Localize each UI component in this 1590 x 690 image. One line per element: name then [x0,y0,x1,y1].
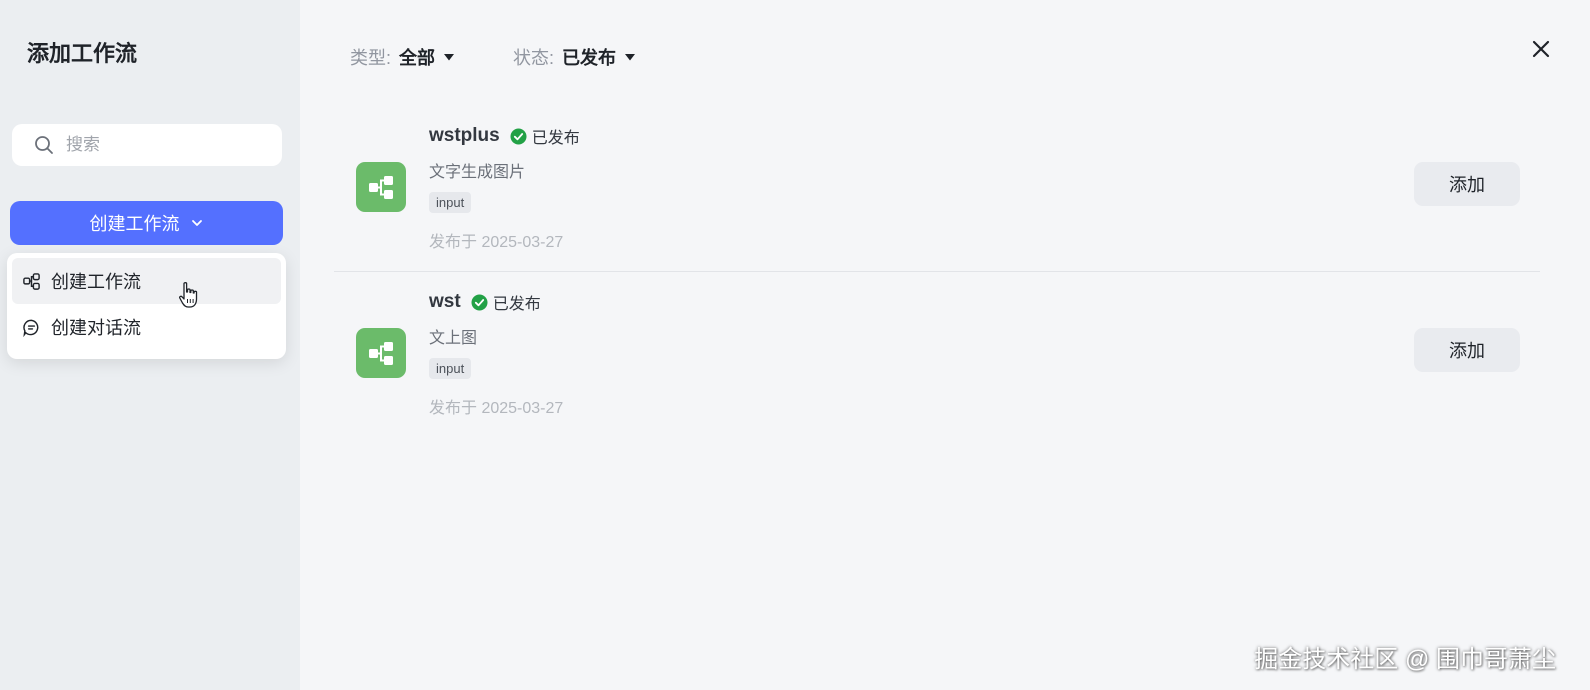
workflow-node-icon [369,176,393,199]
watermark: 掘金技术社区 @ 围巾哥萧尘 [1254,646,1556,673]
sidebar: 添加工作流 创建工作流 创建工作流 [0,0,300,690]
search-box[interactable] [12,124,282,166]
create-workflow-button-label: 创建工作流 [89,214,180,234]
close-icon[interactable] [1530,38,1552,60]
search-input[interactable] [66,135,266,155]
main-content: 类型: 全部 状态: 已发布 wstplus 已发布 文字生成图片 input … [300,0,1590,690]
check-circle-icon [471,294,488,310]
workflow-description: 文上图 [429,330,478,347]
workflow-tag: input [429,358,472,379]
add-button[interactable]: 添加 [1414,328,1520,372]
workflow-icon [23,272,40,290]
status-text: 已发布 [492,296,541,313]
type-filter-value: 全部 [399,48,436,68]
status-text: 已发布 [531,130,580,147]
type-filter[interactable]: 类型: 全部 [350,44,455,70]
menu-item-create-chat-flow[interactable]: 创建对话流 [12,304,281,350]
add-button[interactable]: 添加 [1414,162,1520,206]
status-filter-label: 状态: [513,48,555,68]
workflow-name-line: wst 已发布 [429,290,541,314]
caret-down-icon [444,54,455,61]
status-badge: 已发布 [510,124,580,148]
filter-bar: 类型: 全部 状态: 已发布 [350,44,636,70]
create-workflow-button[interactable]: 创建工作流 [10,201,283,245]
status-badge: 已发布 [471,290,541,314]
workflow-tag: input [429,192,472,213]
search-icon [35,136,53,154]
workflow-name-line: wstplus 已发布 [429,124,580,148]
modal-title: 添加工作流 [27,41,138,66]
workflow-avatar [356,328,406,378]
workflow-row: wst 已发布 文上图 input 发布于 2025-03-27 添加 [334,272,1540,438]
status-filter[interactable]: 状态: 已发布 [513,44,636,70]
caret-down-icon [625,54,636,61]
workflow-publish-date: 发布于 2025-03-27 [429,400,564,417]
workflow-node-icon [369,342,393,365]
workflow-name: wstplus [429,125,500,146]
workflow-avatar [356,162,406,212]
workflow-name: wst [429,291,461,312]
menu-item-label: 创建对话流 [51,318,141,338]
workflow-publish-date: 发布于 2025-03-27 [429,234,564,251]
workflow-row: wstplus 已发布 文字生成图片 input 发布于 2025-03-27 … [334,106,1540,272]
menu-item-label: 创建工作流 [51,272,141,292]
create-dropdown-menu: 创建工作流 创建对话流 [7,253,286,359]
status-filter-value: 已发布 [562,48,617,68]
check-circle-icon [510,128,527,144]
chevron-down-icon [191,220,202,226]
chat-flow-icon [23,319,39,337]
type-filter-label: 类型: [350,48,392,68]
workflow-description: 文字生成图片 [429,164,526,181]
workflow-list: wstplus 已发布 文字生成图片 input 发布于 2025-03-27 … [334,106,1540,438]
menu-item-create-workflow[interactable]: 创建工作流 [12,258,281,304]
add-workflow-modal: 添加工作流 创建工作流 创建工作流 [0,0,1590,690]
